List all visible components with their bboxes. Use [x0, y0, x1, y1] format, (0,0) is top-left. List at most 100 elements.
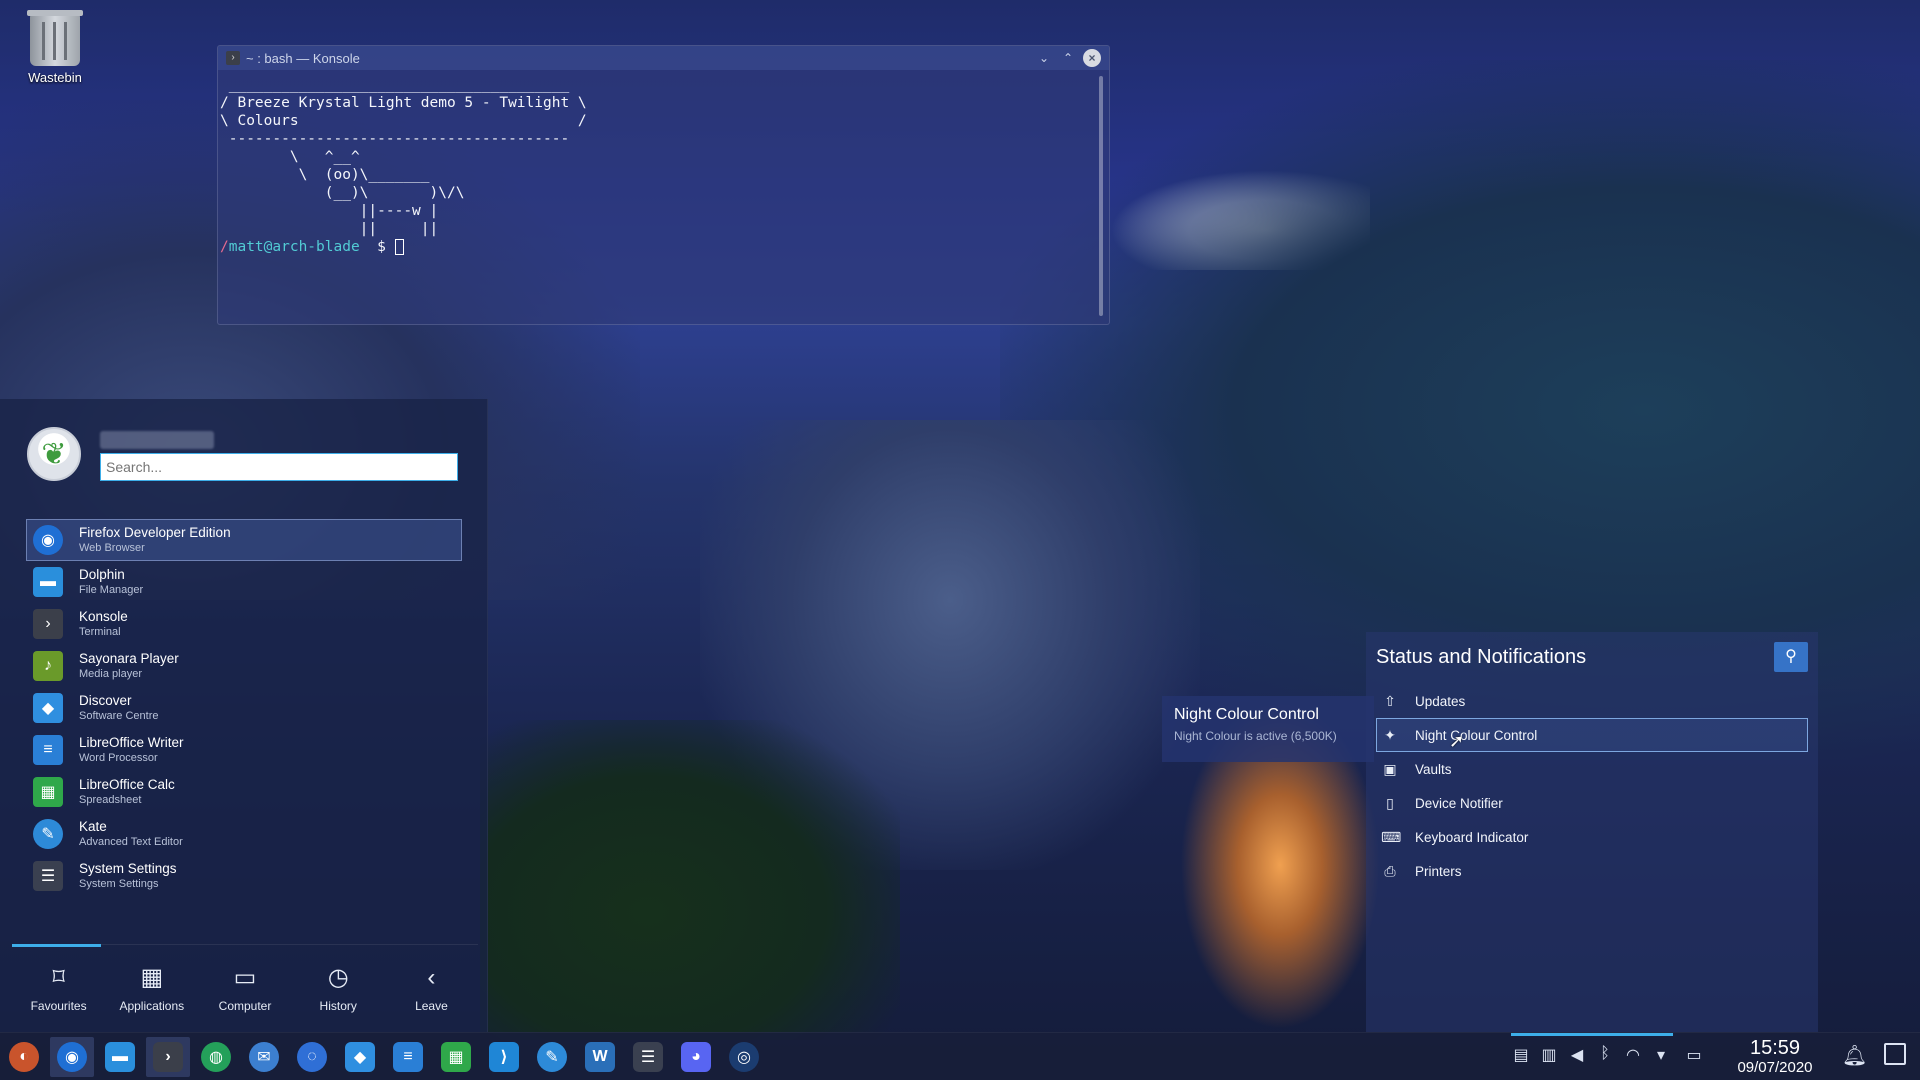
tab-label: Leave [415, 999, 448, 1013]
window-title: ~ : bash — Konsole [246, 50, 360, 66]
app-desc: File Manager [79, 584, 144, 596]
status-item-label: Device Notifier [1415, 795, 1503, 811]
pin-icon[interactable]: ⚲ [1774, 642, 1808, 672]
battery-icon[interactable]: ▭ [1680, 1045, 1708, 1065]
konsole-window[interactable]: › ~ : bash — Konsole ⌄ ⌃ × _____________… [217, 45, 1110, 325]
close-button[interactable]: × [1083, 49, 1101, 67]
app-name: LibreOffice Writer [79, 735, 184, 750]
app-item-dolphin[interactable]: ▬ Dolphin File Manager [26, 561, 462, 603]
steam-icon: ◎ [729, 1042, 759, 1072]
taskbar-writer[interactable]: ≡ [386, 1037, 430, 1077]
taskbar-kate[interactable]: ✎ [530, 1037, 574, 1077]
taskbar-vscode[interactable]: ⟩ [482, 1037, 526, 1077]
taskbar-sayonara[interactable]: ◍ [194, 1037, 238, 1077]
maximize-button[interactable]: ⌃ [1059, 49, 1077, 67]
tab-computer[interactable]: ▭ Computer [198, 945, 291, 1032]
tab-history[interactable]: ◷ History [292, 945, 385, 1032]
prompt-user: matt@arch-blade [228, 239, 360, 255]
folder-icon: ▬ [33, 567, 63, 597]
scrollbar[interactable] [1099, 76, 1103, 316]
tab-favourites[interactable]: ⌑ Favourites [12, 944, 105, 1032]
taskbar-thunderbird[interactable]: ✉ [242, 1037, 286, 1077]
printer-icon: ⎙ [1384, 862, 1396, 879]
app-name: Sayonara Player [79, 651, 179, 666]
terminal-line: \ Colours / [220, 113, 587, 129]
prompt-path: / [220, 239, 229, 255]
wifi-icon[interactable]: ◠ [1624, 1045, 1642, 1065]
taskbar-webstorm[interactable]: W [578, 1037, 622, 1077]
app-desc: System Settings [79, 878, 159, 890]
konsole-titlebar[interactable]: › ~ : bash — Konsole ⌄ ⌃ × [218, 46, 1109, 70]
app-item-sayonara[interactable]: ♪ Sayonara Player Media player [26, 645, 462, 687]
terminal-icon: › [153, 1042, 183, 1072]
taskbar-system-settings[interactable]: ☰ [626, 1037, 670, 1077]
status-item-printers[interactable]: ⎙ Printers [1376, 854, 1808, 888]
trash-icon [27, 10, 83, 66]
keyboard-icon: ⌨ [1381, 828, 1402, 845]
volume-icon[interactable]: ◀ [1568, 1045, 1586, 1065]
calc-icon: ▦ [441, 1042, 471, 1072]
status-item-updates[interactable]: ⇧ Updates [1376, 684, 1808, 718]
status-item-keyboard[interactable]: ⌨ Keyboard Indicator [1376, 820, 1808, 854]
status-item-vaults[interactable]: ▣ Vaults [1376, 752, 1808, 786]
tooltip-subtitle: Night Colour is active (6,500K) [1174, 729, 1337, 743]
kate-icon: ✎ [537, 1042, 567, 1072]
tab-leave[interactable]: ‹ Leave [385, 945, 478, 1032]
clipboard-icon[interactable]: ▥ [1540, 1045, 1558, 1065]
app-desc: Spreadsheet [79, 794, 142, 806]
taskbar-launcher-button[interactable]: ◐ [2, 1037, 46, 1077]
taskbar-discord[interactable]: ◕ [674, 1037, 718, 1077]
search-input[interactable] [100, 453, 458, 481]
status-item-night-colour[interactable]: ✦ Night Colour Control [1376, 718, 1808, 752]
taskbar-calc[interactable]: ▦ [434, 1037, 478, 1077]
taskbar-firefox[interactable]: ◉ [50, 1037, 94, 1077]
taskbar-steam[interactable]: ◎ [722, 1037, 766, 1077]
sayonara-icon: ♪ [33, 651, 63, 681]
updates-tray-icon[interactable]: ▤ [1512, 1045, 1530, 1065]
vscode-icon: ⟩ [489, 1042, 519, 1072]
app-item-firefox[interactable]: ◉ Firefox Developer Edition Web Browser [26, 519, 462, 561]
thunderbird-icon: ✉ [249, 1042, 279, 1072]
system-tray: ▤ ▥ ◀ ᛒ ◠ ▾ ▭ [1512, 1045, 1708, 1065]
status-items-list: ⇧ Updates ✦ Night Colour Control ▣ Vaults ▯… [1376, 684, 1808, 888]
app-item-konsole[interactable]: › Konsole Terminal [26, 603, 462, 645]
taskbar-dolphin[interactable]: ▬ [98, 1037, 142, 1077]
status-item-label: Printers [1415, 863, 1462, 879]
chevron-down-icon[interactable]: ▾ [1652, 1045, 1670, 1065]
terminal-line: _______________________________________ [220, 77, 570, 93]
notifications-bell-icon[interactable]: 🔔︎ [1842, 1043, 1867, 1068]
app-item-calc[interactable]: ▦ LibreOffice Calc Spreadsheet [26, 771, 462, 813]
digital-clock[interactable]: 15:59 09/07/2020 [1720, 1037, 1830, 1077]
clock-date: 09/07/2020 [1737, 1059, 1813, 1076]
terminal-line: --------------------------------------- [220, 131, 570, 147]
tab-label: History [319, 999, 357, 1013]
tooltip-title: Night Colour Control [1174, 706, 1319, 723]
app-item-kate[interactable]: ✎ Kate Advanced Text Editor [26, 813, 462, 855]
status-item-device-notifier[interactable]: ▯ Device Notifier [1376, 786, 1808, 820]
app-name: System Settings [79, 861, 177, 876]
launcher-icon: ◐ [9, 1042, 39, 1072]
wallpaper-snow-peak [1110, 170, 1370, 270]
terminal-line: \ (oo)\_______ [220, 167, 430, 183]
tab-label: Favourites [30, 999, 87, 1013]
panel-title: Status and Notifications [1376, 646, 1587, 668]
kate-icon: ✎ [33, 819, 63, 849]
app-item-writer[interactable]: ≡ LibreOffice Writer Word Processor [26, 729, 462, 771]
minimize-button[interactable]: ⌄ [1035, 49, 1053, 67]
tab-label: Computer [218, 999, 272, 1013]
user-avatar[interactable]: ❦ [27, 427, 81, 481]
app-item-discover[interactable]: ◆ Discover Software Centre [26, 687, 462, 729]
app-item-system-settings[interactable]: ☰ System Settings System Settings [26, 855, 462, 897]
taskbar-konsole[interactable]: › [146, 1037, 190, 1077]
app-name: Firefox Developer Edition [79, 525, 231, 540]
app-desc: Terminal [79, 626, 121, 638]
terminal-output[interactable]: _______________________________________ /… [218, 70, 1109, 262]
taskbar-discover[interactable]: ◆ [338, 1037, 382, 1077]
show-desktop-button[interactable] [1884, 1043, 1906, 1065]
terminal-line: ||----w | [220, 203, 439, 219]
taskbar-camera[interactable]: ◌ [290, 1037, 334, 1077]
wastebin-desktop-icon[interactable]: Wastebin [22, 10, 88, 85]
bluetooth-icon[interactable]: ᛒ [1596, 1045, 1614, 1065]
prompt-line: /matt@arch-blade $ [220, 238, 1107, 256]
tab-applications[interactable]: ▦ Applications [105, 945, 198, 1032]
